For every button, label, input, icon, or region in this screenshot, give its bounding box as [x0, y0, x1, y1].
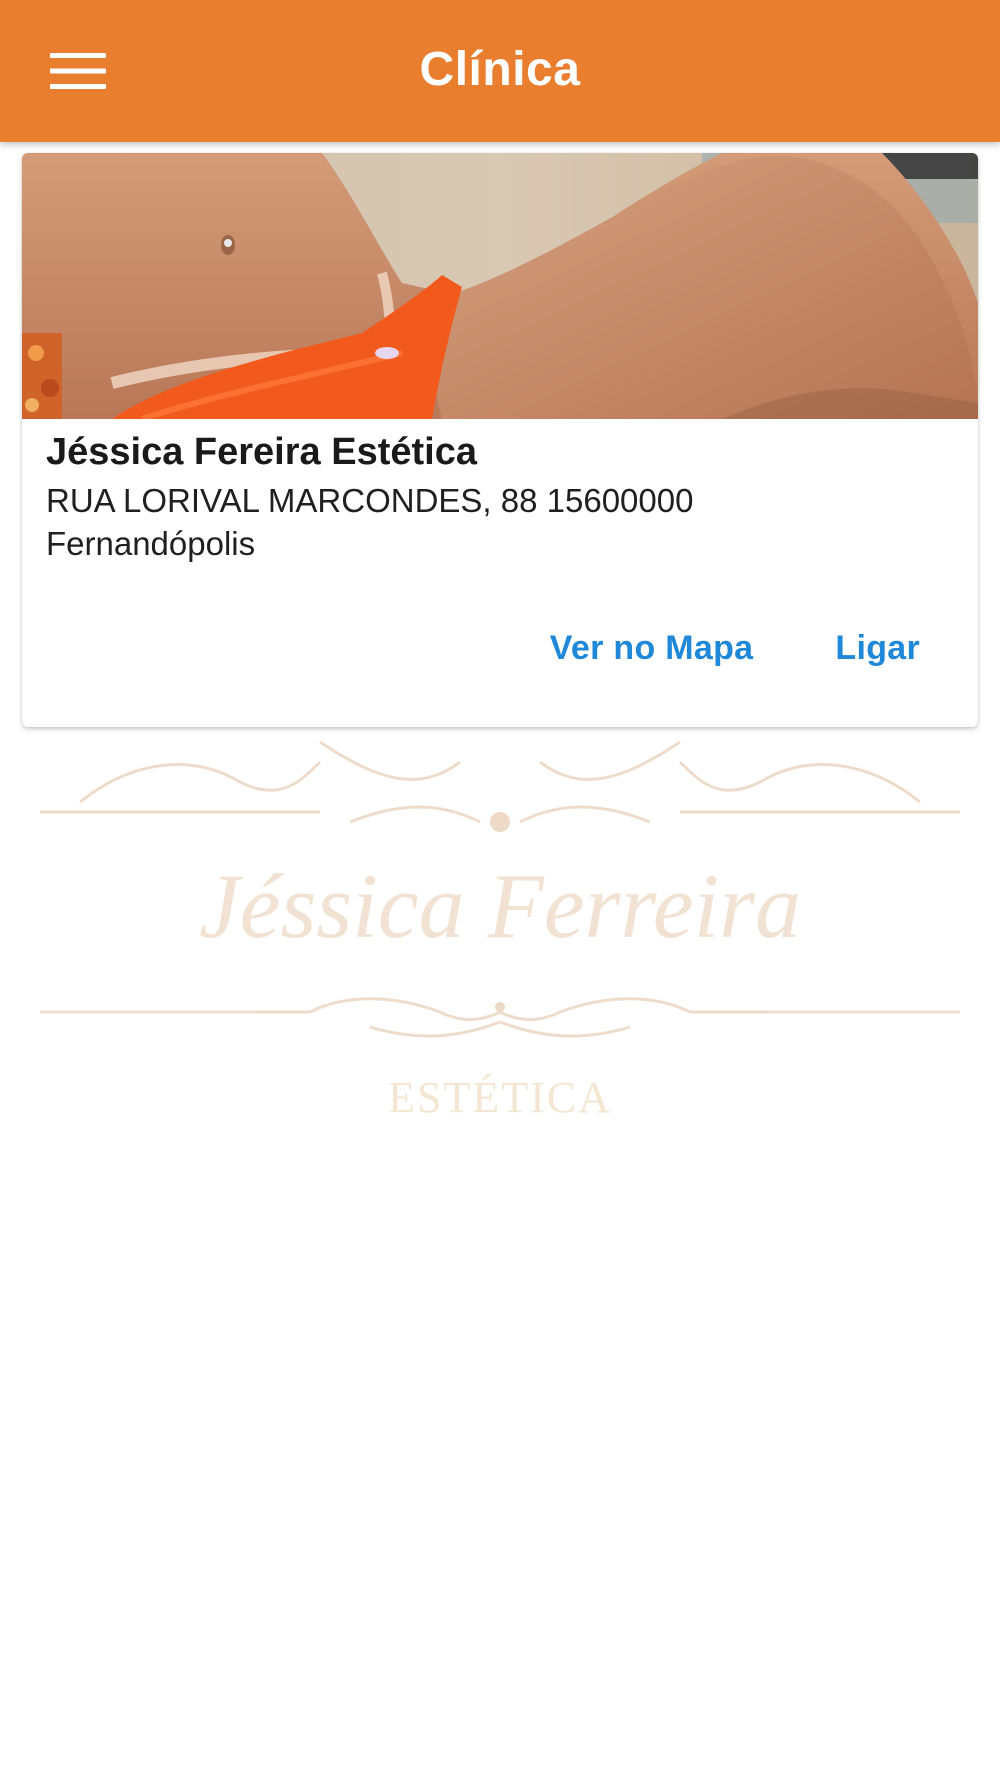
clinic-address: RUA LORIVAL MARCONDES, 88 15600000	[46, 482, 694, 519]
card-body: Jéssica Fereira Estética RUA LORIVAL MAR…	[46, 425, 954, 565]
watermark-logo: Jéssica Ferreira ESTÉTICA	[20, 722, 980, 1142]
clinic-name: Jéssica Fereira Estética	[46, 431, 477, 473]
hamburger-menu-icon	[50, 53, 106, 89]
app-bar: Clínica	[0, 0, 1000, 142]
card-actions: Ver no Mapa Ligar	[550, 613, 920, 683]
clinic-card: Jéssica Fereira Estética RUA LORIVAL MAR…	[22, 153, 978, 727]
menu-button[interactable]	[40, 36, 116, 106]
clinic-photo	[22, 153, 978, 419]
clinic-city: Fernandópolis	[46, 525, 256, 562]
watermark-name: Jéssica Ferreira	[199, 855, 801, 957]
page-title: Clínica	[419, 43, 581, 96]
call-button[interactable]: Ligar	[835, 629, 920, 668]
watermark-subtitle: ESTÉTICA	[388, 1073, 612, 1122]
view-on-map-button[interactable]: Ver no Mapa	[550, 629, 754, 668]
